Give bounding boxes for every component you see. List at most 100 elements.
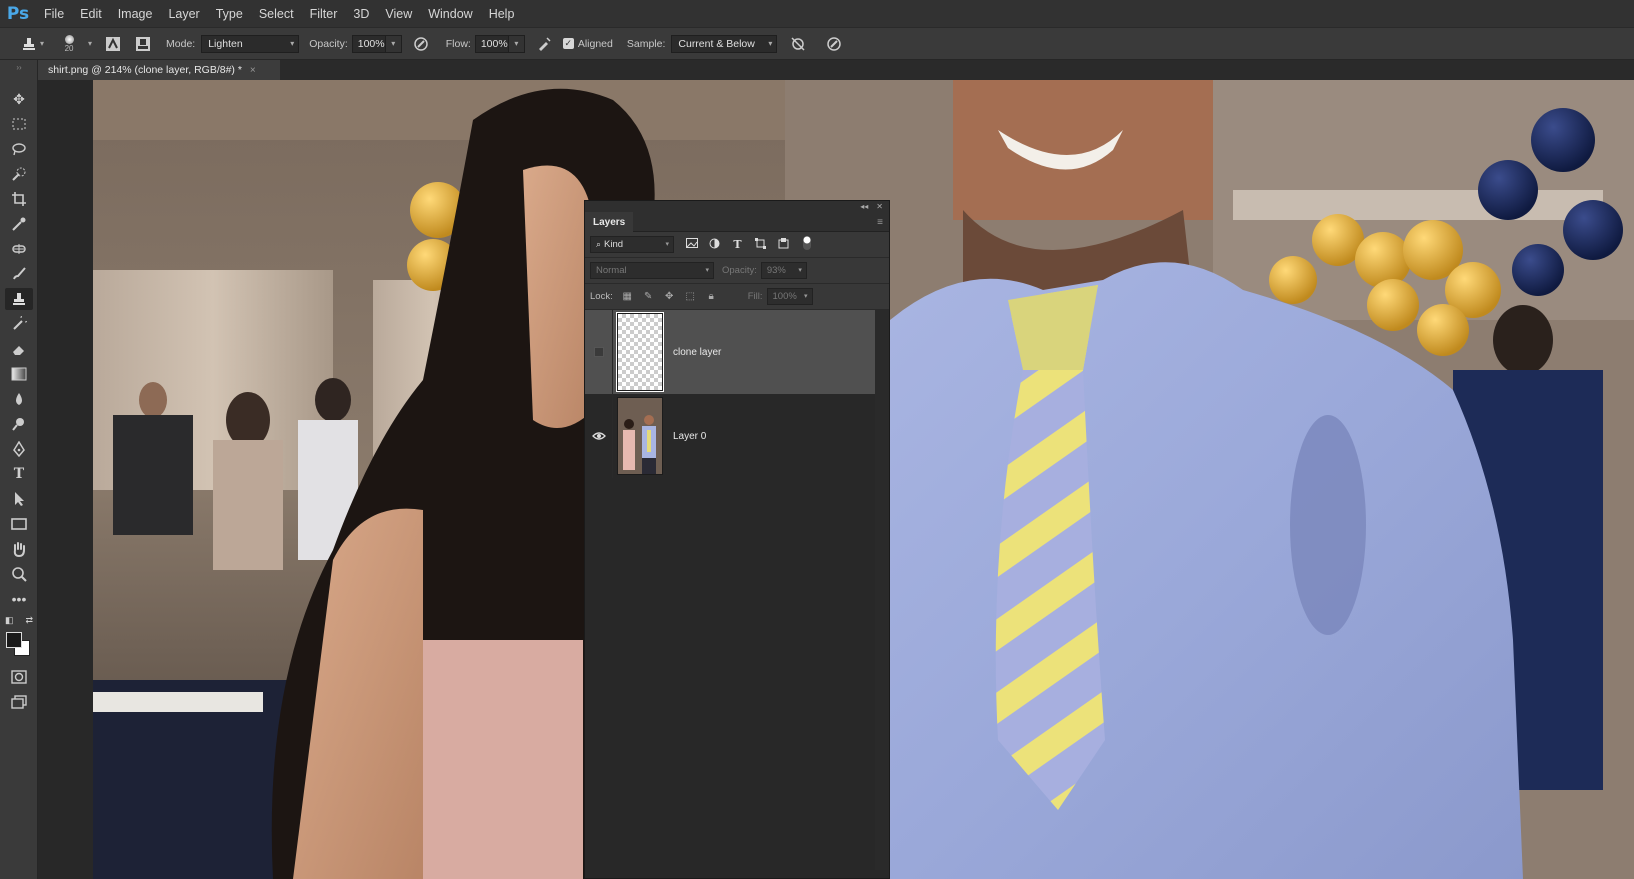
foreground-color-swatch[interactable]: [6, 632, 22, 648]
more-tools-icon[interactable]: •••: [5, 588, 33, 610]
blend-mode-value: Normal: [596, 265, 627, 276]
rectangle-tool-icon[interactable]: [5, 513, 33, 535]
screen-mode-icon[interactable]: [5, 691, 33, 713]
close-icon[interactable]: ✕: [876, 202, 883, 211]
menu-file[interactable]: File: [36, 7, 72, 21]
lasso-tool-icon[interactable]: [5, 138, 33, 160]
gradient-tool-icon[interactable]: [5, 363, 33, 385]
menu-select[interactable]: Select: [251, 7, 302, 21]
quick-mask-icon[interactable]: [5, 666, 33, 688]
menu-help[interactable]: Help: [481, 7, 523, 21]
eyedropper-tool-icon[interactable]: [5, 213, 33, 235]
shape-layer-filter-icon[interactable]: [749, 237, 772, 252]
menu-3d[interactable]: 3D: [345, 7, 377, 21]
sample-value: Current & Below: [678, 37, 755, 50]
opacity-slider-toggle[interactable]: ▾: [385, 34, 402, 53]
type-tool-icon[interactable]: T: [5, 463, 33, 485]
mode-value: Lighten: [208, 37, 243, 50]
menu-edit[interactable]: Edit: [72, 7, 110, 21]
lock-transparent-pixels-icon[interactable]: ▦: [617, 291, 638, 302]
layer-filter-row: ⌕ Kind ▾ T: [585, 232, 889, 258]
tool-preset-picker[interactable]: ▾: [18, 33, 44, 55]
menu-layer[interactable]: Layer: [160, 7, 207, 21]
fill-value: 100%: [772, 291, 797, 302]
layer-opacity-value: 93%: [766, 265, 786, 276]
visibility-toggle[interactable]: [585, 394, 613, 478]
visibility-toggle[interactable]: [585, 310, 613, 394]
lock-artboard-icon[interactable]: ⬚: [680, 291, 701, 302]
dodge-tool-icon[interactable]: [5, 413, 33, 435]
pixel-layer-filter-icon[interactable]: [680, 238, 703, 251]
blend-mode-select[interactable]: Normal ▾: [590, 262, 714, 279]
sample-label: Sample:: [626, 37, 666, 50]
blur-tool-icon[interactable]: [5, 388, 33, 410]
zoom-tool-icon[interactable]: [5, 563, 33, 585]
brush-settings-icon[interactable]: [102, 33, 124, 55]
history-brush-tool-icon[interactable]: [5, 313, 33, 335]
filter-toggle-icon[interactable]: [795, 236, 818, 253]
mode-select[interactable]: Lighten ▾: [201, 34, 300, 53]
opacity-label: Opacity:: [309, 37, 348, 50]
chevron-down-icon: ▾: [803, 293, 808, 300]
opacity-input[interactable]: 100%: [351, 34, 386, 53]
document-tab-bar: shirt.png @ 214% (clone layer, RGB/8#) *…: [38, 60, 1634, 80]
filter-kind-select[interactable]: ⌕ Kind ▾: [590, 236, 674, 253]
quick-selection-tool-icon[interactable]: [5, 163, 33, 185]
move-tool-icon[interactable]: ✥: [5, 88, 33, 110]
menu-type[interactable]: Type: [208, 7, 251, 21]
lock-image-pixels-icon[interactable]: ✎: [638, 291, 659, 302]
filter-kind-value: Kind: [604, 239, 624, 250]
brush-tip-icon: [64, 34, 74, 44]
document-title: shirt.png @ 214% (clone layer, RGB/8#) *: [48, 64, 242, 76]
menu-view[interactable]: View: [377, 7, 420, 21]
layers-scrollbar[interactable]: [875, 310, 889, 870]
collapse-panel-icon[interactable]: ››: [5, 62, 33, 72]
ignore-adjustment-layers-icon[interactable]: [787, 33, 809, 55]
lock-position-icon[interactable]: ✥: [659, 291, 680, 302]
menu-filter[interactable]: Filter: [302, 7, 346, 21]
eraser-tool-icon[interactable]: [5, 338, 33, 360]
mode-label: Mode:: [166, 37, 196, 50]
menu-image[interactable]: Image: [110, 7, 161, 21]
panel-menu-icon[interactable]: ≡: [877, 217, 883, 228]
path-selection-tool-icon[interactable]: [5, 488, 33, 510]
adjustment-layer-filter-icon[interactable]: [703, 238, 726, 252]
layer-row-clone-layer[interactable]: clone layer: [585, 310, 875, 394]
clone-source-icon[interactable]: [132, 33, 154, 55]
lock-all-icon[interactable]: 🔒︎: [701, 291, 722, 302]
tab-layers[interactable]: Layers: [585, 212, 634, 232]
chevron-down-icon: ▾: [290, 38, 295, 48]
marquee-tool-icon[interactable]: [5, 113, 33, 135]
menu-window[interactable]: Window: [420, 7, 480, 21]
layer-row-layer-0[interactable]: Layer 0: [585, 394, 875, 478]
chevron-down-icon: ▾: [798, 267, 802, 274]
fill-input[interactable]: 100% ▾: [766, 288, 813, 305]
layer-opacity-input[interactable]: 93% ▾: [760, 262, 807, 279]
layer-name: clone layer: [673, 346, 722, 358]
lock-label: Lock:: [590, 291, 613, 302]
clone-stamp-tool-icon[interactable]: [5, 288, 33, 310]
hand-tool-icon[interactable]: [5, 538, 33, 560]
flow-label: Flow:: [445, 37, 471, 50]
airbrush-icon[interactable]: [533, 33, 555, 55]
swap-colors-icon[interactable]: ◧ ⇄: [5, 613, 33, 627]
pressure-opacity-icon[interactable]: [410, 33, 432, 55]
type-layer-filter-icon[interactable]: T: [726, 238, 749, 251]
smart-object-filter-icon[interactable]: [772, 237, 795, 252]
healing-brush-tool-icon[interactable]: [5, 238, 33, 260]
chevron-down-icon[interactable]: ▾: [88, 39, 92, 48]
sample-select[interactable]: Current & Below ▾: [671, 34, 778, 53]
flow-slider-toggle[interactable]: ▾: [508, 34, 525, 53]
flow-input[interactable]: 100%: [474, 34, 509, 53]
collapse-icon[interactable]: ◂◂: [860, 202, 868, 211]
layers-tab-bar: Layers ≡: [585, 212, 889, 232]
document-tab[interactable]: shirt.png @ 214% (clone layer, RGB/8#) *…: [38, 60, 280, 80]
brush-preset-picker[interactable]: 20: [58, 34, 80, 53]
crop-tool-icon[interactable]: [5, 188, 33, 210]
layer-name: Layer 0: [673, 430, 707, 442]
aligned-checkbox[interactable]: ✓: [562, 38, 574, 49]
brush-tool-icon[interactable]: [5, 263, 33, 285]
pressure-size-icon[interactable]: [823, 33, 845, 55]
pen-tool-icon[interactable]: [5, 438, 33, 460]
close-icon[interactable]: ×: [250, 65, 256, 76]
